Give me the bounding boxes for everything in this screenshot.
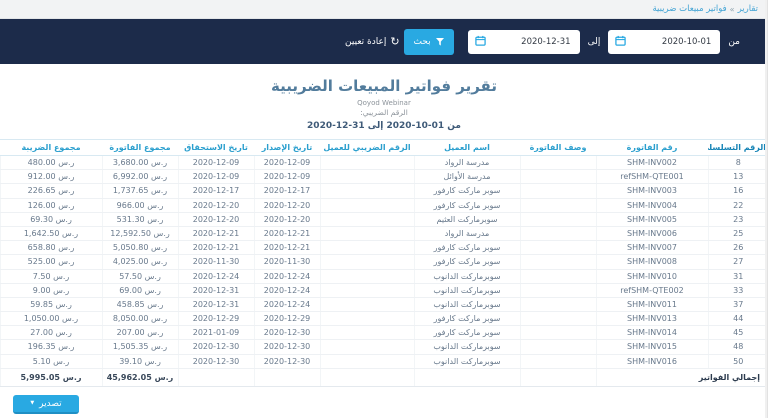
company-name: Qoyod Webinar (0, 99, 768, 107)
column-header: مجموع الضريبة (0, 140, 102, 156)
table-row: 48SHM-INV015سوبرماركت الدانوب2020-12-302… (0, 340, 768, 354)
table-row: 37SHM-INV011سوبرماركت الدانوب2020-12-242… (0, 297, 768, 311)
column-header: تاريخ الإصدار (254, 140, 320, 156)
column-header: الرقم الضريبي للعميل (320, 140, 414, 156)
table-row: 44SHM-INV013سوبر ماركت كارفور2020-12-292… (0, 312, 768, 326)
from-label: من (728, 37, 740, 47)
reset-icon: ↻ (390, 36, 399, 47)
report-period: من 01-10-2020 إلى 31-12-2020 (0, 121, 768, 131)
calendar-icon (615, 35, 626, 46)
breadcrumb-separator: » (730, 5, 735, 14)
table-row: 23SHM-INV005سوبرماركت العثيم2020-12-2020… (0, 212, 768, 226)
table-row: 26SHM-INV007سوبر ماركت كارفور2020-12-212… (0, 241, 768, 255)
calendar-icon (475, 35, 486, 46)
column-header: مجموع الفاتورة (102, 140, 178, 156)
table-row: 16SHM-INV003سوبر ماركت كارفور2020-12-172… (0, 184, 768, 198)
table-row: 22SHM-INV004سوبر ماركت كارفور2020-12-202… (0, 198, 768, 212)
page-title: تقرير فواتير المبيعات الضريبية (0, 77, 768, 95)
search-button[interactable]: بحث (404, 29, 454, 55)
table-row: 31SHM-INV010سوبرماركت الدانوب2020-12-242… (0, 269, 768, 283)
column-header: اسم العميل (414, 140, 520, 156)
breadcrumb-current-page: فواتير مبيعات ضريبية (652, 4, 726, 14)
column-header: وصف الفاتورة (520, 140, 596, 156)
table-body: 8SHM-INV002مدرسة الرواد2020-12-092020-12… (0, 156, 768, 369)
to-label: إلى (588, 37, 601, 47)
reset-button[interactable]: ↻ إعادة تعيين (345, 36, 400, 47)
caret-down-icon: ▼ (30, 401, 34, 406)
filter-funnel-icon (436, 38, 444, 46)
export-button-label: تصدير (39, 399, 62, 409)
table-row: 33refSHM-QTE002سوبرماركت الدانوب2020-12-… (0, 283, 768, 297)
breadcrumb: تقارير » فواتير مبيعات ضريبية (0, 0, 768, 19)
table-header-row: الرقم التسلسليرقم الفاتورةوصف الفاتورةاس… (0, 140, 768, 156)
search-button-label: بحث (414, 37, 431, 47)
export-button[interactable]: تصدير ▼ (13, 395, 79, 414)
total-tax-amount: 5,995.05 ر.س (0, 368, 102, 386)
report-heading: تقرير فواتير المبيعات الضريبية Qoyod Web… (0, 64, 768, 131)
from-date-wrap (608, 29, 720, 54)
column-header: رقم الفاتورة (596, 140, 708, 156)
table-row: 27SHM-INV008سوبر ماركت كارفور2020-11-302… (0, 255, 768, 269)
column-header: الرقم التسلسلي (708, 140, 768, 156)
filter-bar: من إلى بحث ↻ إعادة تعيين (0, 19, 768, 64)
breadcrumb-link-reports[interactable]: تقارير (738, 4, 758, 14)
total-invoice-amount: 45,962.05 ر.س (102, 368, 178, 386)
totals-label: إجمالي الفواتير (596, 368, 768, 386)
reset-button-label: إعادة تعيين (345, 37, 386, 47)
invoices-table: الرقم التسلسليرقم الفاتورةوصف الفاتورةاس… (0, 139, 768, 387)
table-row: 25SHM-INV006مدرسة الرواد2020-12-212020-1… (0, 226, 768, 240)
table-row: 13refSHM-QTE001مدرسة الأوائل2020-12-0920… (0, 170, 768, 184)
column-header: تاريخ الاستحقاق (178, 140, 254, 156)
table-row: 45SHM-INV014سوبر ماركت كارفور2020-12-302… (0, 326, 768, 340)
tax-number-label: الرقم الضريبي: (0, 108, 768, 117)
table-row: 8SHM-INV002مدرسة الرواد2020-12-092020-12… (0, 156, 768, 170)
totals-row: إجمالي الفواتير 45,962.05 ر.س 5,995.05 ر… (0, 368, 768, 386)
table-row: 50SHM-INV016سوبرماركت الدانوب2020-12-302… (0, 354, 768, 368)
to-date-wrap (468, 29, 580, 54)
